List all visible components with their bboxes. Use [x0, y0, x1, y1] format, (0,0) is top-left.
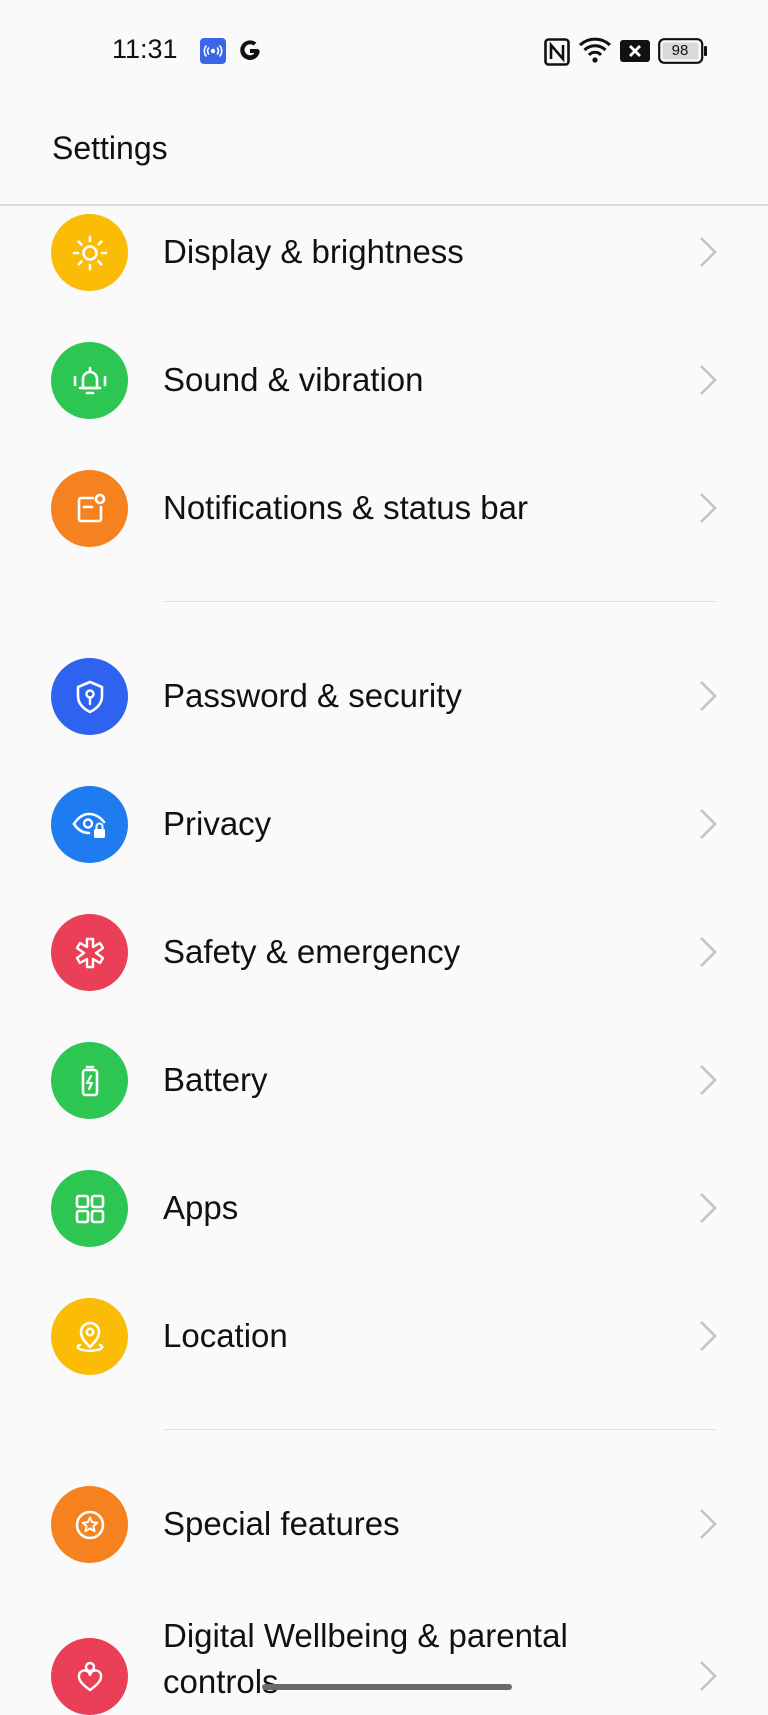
- chevron-right-icon: [700, 809, 717, 839]
- settings-item-label: Safety & emergency: [163, 933, 461, 970]
- settings-item-label: Sound & vibration: [163, 361, 424, 398]
- section-divider: [163, 1429, 717, 1430]
- nfc-icon: [544, 38, 570, 66]
- data-off-icon: [620, 40, 650, 62]
- status-bar: 11:31 98: [0, 0, 768, 100]
- settings-item-label: Privacy: [163, 805, 272, 842]
- battery-charge-icon: [51, 1042, 128, 1119]
- chevron-right-icon: [700, 237, 717, 267]
- section-divider: [163, 601, 717, 602]
- settings-item-apps[interactable]: Apps: [0, 1144, 768, 1272]
- settings-item-special-features[interactable]: Special features: [0, 1460, 768, 1588]
- battery-level: 98: [671, 42, 689, 59]
- chevron-right-icon: [700, 1509, 717, 1539]
- notification-icon: [51, 470, 128, 547]
- settings-item-password-security[interactable]: Password & security: [0, 632, 768, 760]
- settings-item-label: Apps: [163, 1189, 239, 1226]
- star-circle-icon: [51, 1486, 128, 1563]
- page-title: Settings: [52, 130, 168, 166]
- settings-item-battery[interactable]: Battery: [0, 1016, 768, 1144]
- bell-icon: [51, 342, 128, 419]
- battery-icon: 98: [658, 38, 708, 64]
- chevron-right-icon: [700, 1193, 717, 1223]
- chevron-right-icon: [700, 493, 717, 523]
- sun-icon: [51, 214, 128, 291]
- chevron-right-icon: [700, 681, 717, 711]
- settings-item-label: Password & security: [163, 677, 462, 714]
- status-time: 11:31: [112, 34, 178, 64]
- settings-item-label: Battery: [163, 1061, 268, 1098]
- location-pin-icon: [51, 1298, 128, 1375]
- chevron-right-icon: [700, 365, 717, 395]
- settings-item-label: Display & brightness: [163, 233, 464, 270]
- home-indicator[interactable]: [262, 1684, 512, 1690]
- settings-item-display[interactable]: Display & brightness: [0, 188, 768, 316]
- wifi-icon: [578, 37, 612, 63]
- chevron-right-icon: [700, 1321, 717, 1351]
- eye-lock-icon: [51, 786, 128, 863]
- chevron-right-icon: [700, 937, 717, 967]
- settings-item-label: Notifications & status bar: [163, 489, 528, 526]
- settings-item-notifications[interactable]: Notifications & status bar: [0, 444, 768, 572]
- settings-item-safety-emergency[interactable]: Safety & emergency: [0, 888, 768, 1016]
- settings-item-sound[interactable]: Sound & vibration: [0, 316, 768, 444]
- settings-item-location[interactable]: Location: [0, 1272, 768, 1400]
- settings-item-label: Location: [163, 1317, 288, 1354]
- asterisk-icon: [51, 914, 128, 991]
- chevron-right-icon: [700, 1065, 717, 1095]
- shield-key-icon: [51, 658, 128, 735]
- settings-item-privacy[interactable]: Privacy: [0, 760, 768, 888]
- settings-item-label: Digital Wellbeing & parental controls: [163, 1617, 568, 1700]
- apps-grid-icon: [51, 1170, 128, 1247]
- nfc-app-icon: [200, 38, 226, 64]
- heart-person-icon: [51, 1638, 128, 1715]
- settings-item-label: Special features: [163, 1505, 400, 1542]
- chevron-right-icon: [700, 1661, 717, 1691]
- settings-item-digital-wellbeing[interactable]: Digital Wellbeing & parental controls: [0, 1596, 768, 1715]
- google-icon: [240, 40, 260, 60]
